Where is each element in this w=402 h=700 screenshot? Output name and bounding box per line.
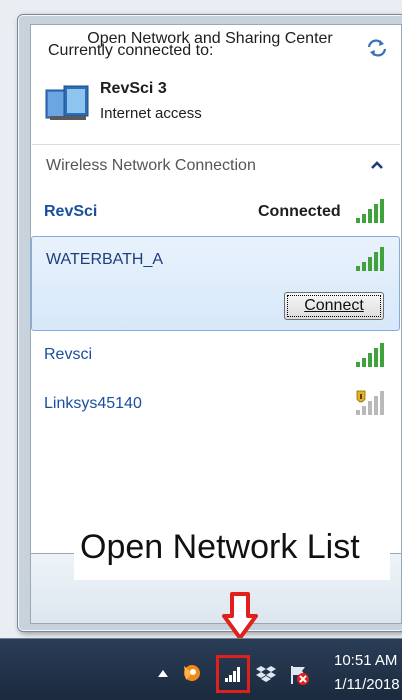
clock-time[interactable]: 10:51 AM (334, 652, 397, 669)
network-name: RevSci (44, 203, 98, 220)
computer-network-icon (45, 85, 89, 120)
network-name: Linksys45140 (44, 395, 142, 412)
signal-bars-icon (356, 247, 384, 271)
collapse-chevron-icon[interactable] (370, 160, 384, 170)
connect-button[interactable]: Connect (284, 292, 384, 320)
current-network-status: Internet access (100, 105, 202, 122)
annotation-label: Open Network List (80, 528, 360, 566)
avast-icon[interactable] (180, 660, 204, 684)
section-title[interactable]: Wireless Network Connection (46, 157, 256, 175)
network-tray-icon[interactable] (224, 665, 242, 683)
connection-status: Connected (258, 203, 341, 220)
secured-signal-icon (356, 390, 384, 415)
action-center-flag-icon[interactable] (288, 664, 310, 686)
signal-bars-icon (356, 343, 384, 367)
dropbox-icon[interactable] (256, 664, 276, 684)
show-hidden-icons-icon[interactable] (157, 668, 169, 678)
clock-date[interactable]: 1/11/2018 (334, 676, 400, 693)
refresh-icon[interactable] (366, 38, 388, 58)
open-network-sharing-center-link[interactable]: Open Network and Sharing Center (60, 30, 360, 48)
network-name: WATERBATH_A (46, 251, 164, 268)
section-divider (32, 144, 400, 145)
down-arrow-icon (222, 592, 258, 640)
network-name: Revsci (44, 346, 93, 363)
signal-bars-icon (356, 199, 384, 223)
current-network-name: RevSci 3 (100, 80, 167, 97)
